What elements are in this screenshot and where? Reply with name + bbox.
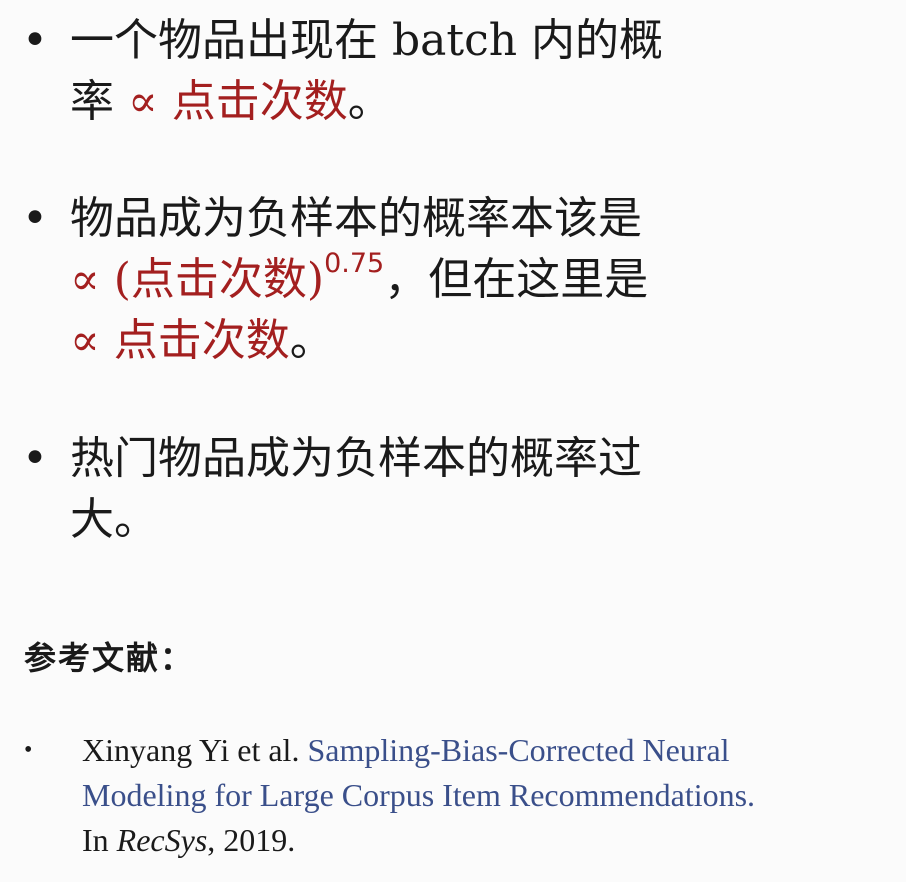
reference-title-link-cont[interactable]: Modeling for Large Corpus Item Recommend… (82, 773, 906, 818)
bullet-2-line-2: ∝ (点击次数)0.75，但在这里是 (70, 249, 860, 310)
bullet-2-text: 物品成为负样本的概率本该是 ∝ (点击次数)0.75，但在这里是 ∝ 点击次数。 (70, 188, 860, 371)
bullet-3-line-2: 大。 (70, 489, 860, 550)
reference-venue-prefix: In (82, 822, 117, 858)
bullet-1-text: 一个物品出现在 batch 内的概 率 ∝ 点击次数。 (70, 10, 860, 132)
exponent: 0.75 (324, 248, 385, 279)
text-run: 物品成为负样本的概率本该是 (70, 193, 642, 244)
reference-line-1: Xinyang Yi et al. Sampling-Bias-Correcte… (82, 728, 906, 773)
reference-year: , 2019. (207, 822, 296, 858)
bullet-1-line-2: 率 ∝ 点击次数。 (70, 71, 860, 132)
reference-line-3: In RecSys, 2019. (82, 818, 906, 863)
highlight-formula: ∝ 点击次数 (128, 76, 348, 127)
highlight-formula: ∝ (点击次数) (70, 254, 325, 305)
bullet-3-line-1: 热门物品成为负样本的概率过 (70, 428, 860, 489)
bullet-dot: • (22, 193, 48, 244)
text-run: 一个物品出现在 batch 内的概 (70, 15, 664, 66)
text-run: 大。 (70, 494, 158, 545)
bullet-1-line-1: 一个物品出现在 batch 内的概 (70, 10, 860, 71)
text-run: 热门物品成为负样本的概率过 (70, 433, 642, 484)
bullet-3-text: 热门物品成为负样本的概率过 大。 (70, 428, 860, 550)
slide: • 一个物品出现在 batch 内的概 率 ∝ 点击次数。 • 物品成为负样本的… (0, 0, 906, 882)
text-run: 。 (347, 76, 392, 127)
bullet-dot: • (22, 433, 48, 484)
reference-text: Xinyang Yi et al. Sampling-Bias-Correcte… (82, 728, 906, 863)
highlight-formula: ∝ 点击次数 (70, 315, 290, 366)
text-run: 。 (289, 315, 334, 366)
bullet-2-line-3: ∝ 点击次数。 (70, 310, 860, 371)
bullet-dot: • (22, 15, 48, 66)
text-run: ，但在这里是 (384, 254, 649, 305)
bullet-2-line-1: 物品成为负样本的概率本该是 (70, 188, 860, 249)
reference-authors: Xinyang Yi et al. (82, 732, 308, 768)
references-heading: 参考文献： (24, 639, 195, 677)
bullet-dot: • (24, 737, 33, 763)
reference-title-link[interactable]: Sampling-Bias-Corrected Neural (307, 732, 729, 768)
reference-venue: RecSys (116, 822, 208, 858)
text-run: 率 (70, 76, 128, 127)
